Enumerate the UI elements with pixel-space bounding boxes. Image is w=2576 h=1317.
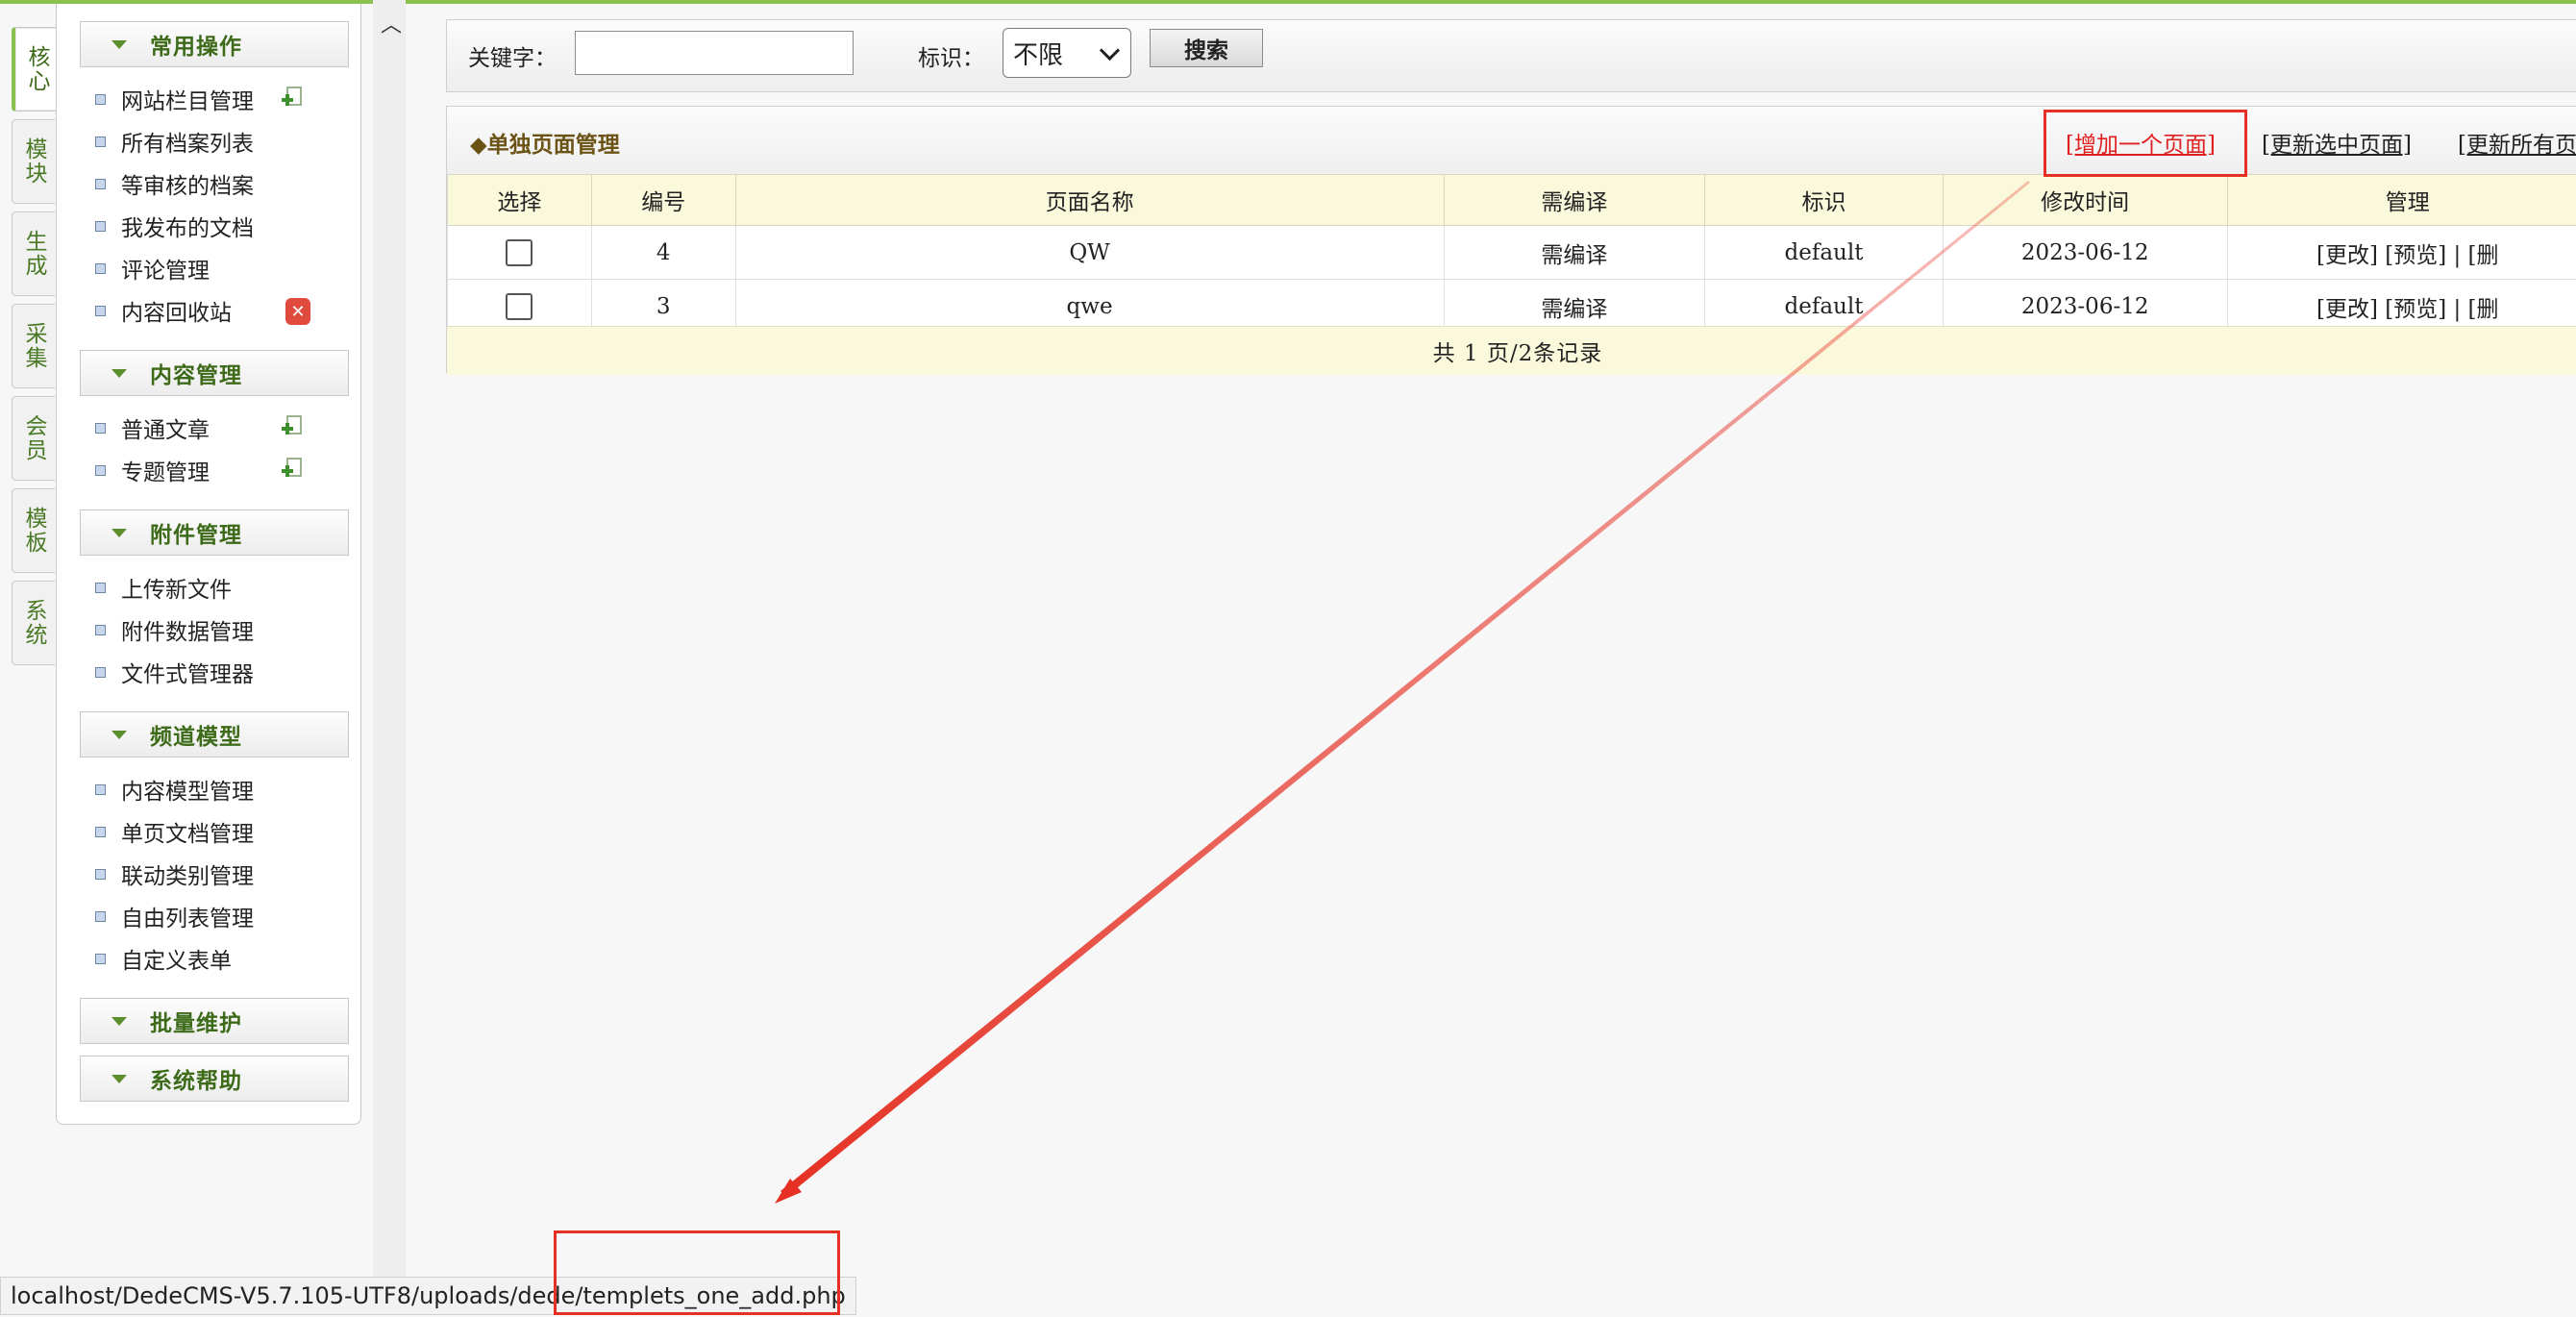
annotation-arrow bbox=[775, 181, 2030, 1204]
